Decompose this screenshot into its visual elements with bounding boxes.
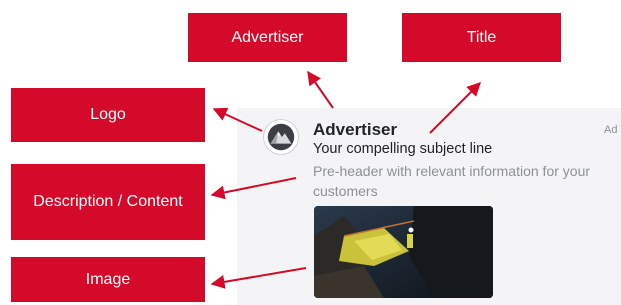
logo-label: Logo xyxy=(11,88,205,142)
ad-image[interactable] xyxy=(314,206,493,298)
advertiser-label: Advertiser xyxy=(188,13,347,62)
title-label: Title xyxy=(402,13,561,62)
mountain-icon xyxy=(267,123,295,151)
subject-line[interactable]: Your compelling subject line xyxy=(313,141,492,157)
ad-tag: Ad xyxy=(604,124,618,136)
advertiser-arrow xyxy=(307,70,334,109)
advertiser-logo xyxy=(263,119,299,155)
preheader-text: Pre-header with relevant information for… xyxy=(313,163,591,199)
advertiser-name: Advertiser xyxy=(313,120,398,139)
climbing-photo xyxy=(314,206,493,298)
image-label: Image xyxy=(11,257,205,302)
description-label: Description / Content xyxy=(11,164,205,240)
